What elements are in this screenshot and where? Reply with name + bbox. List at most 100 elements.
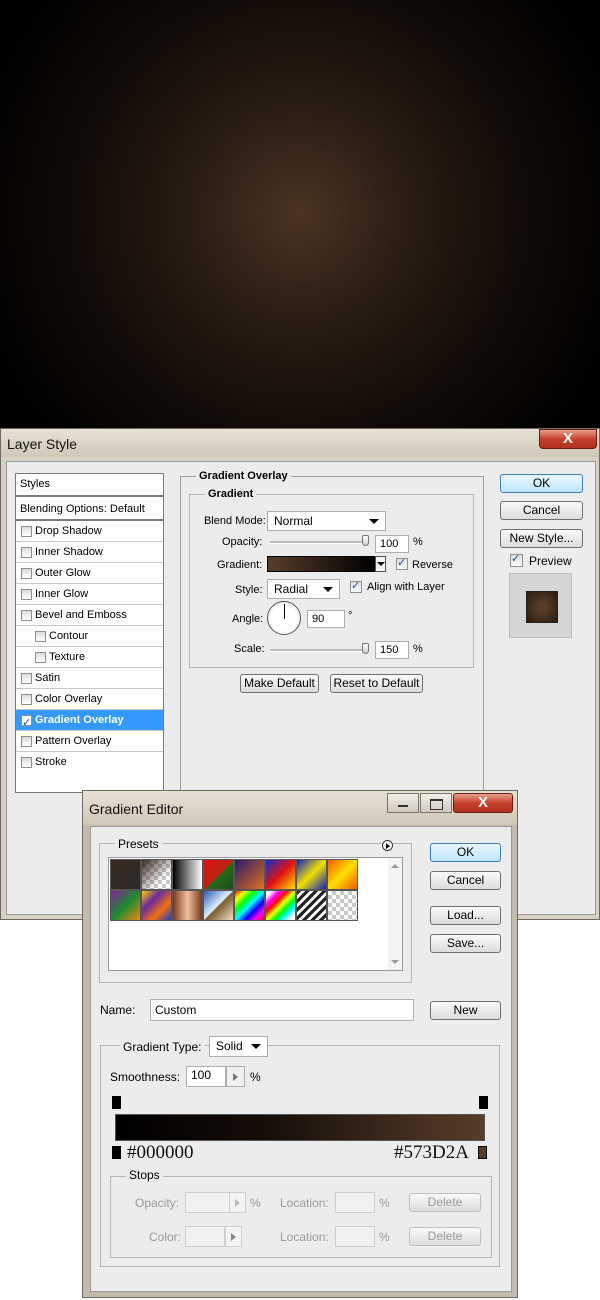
opacity-stop-right[interactable] xyxy=(479,1096,488,1109)
sidebar-item-satin[interactable]: Satin xyxy=(16,668,163,689)
sidebar-item-blending-options[interactable]: Blending Options: Default xyxy=(16,499,163,521)
sidebar-item-label: Drop Shadow xyxy=(35,525,102,537)
drop-shadow-checkbox[interactable] xyxy=(21,526,32,537)
style-label: Style: xyxy=(235,584,263,596)
preset-swatch-chrome[interactable] xyxy=(203,890,234,921)
color-overlay-checkbox[interactable] xyxy=(21,694,32,705)
satin-checkbox[interactable] xyxy=(21,673,32,684)
sidebar-item-label: Contour xyxy=(49,630,89,642)
reset-to-default-button[interactable]: Reset to Default xyxy=(330,674,423,693)
sidebar-item-inner-shadow[interactable]: Inner Shadow xyxy=(16,542,163,563)
color-stop-left[interactable] xyxy=(112,1146,121,1159)
preset-swatch-neutral-density[interactable] xyxy=(327,890,358,921)
preset-swatch-orange-yellow-orange[interactable] xyxy=(327,859,358,890)
delete-opacity-stop-button[interactable]: Delete xyxy=(409,1193,481,1212)
preset-swatch-red-green[interactable] xyxy=(203,859,234,890)
maximize-button[interactable] xyxy=(420,793,452,813)
delete-color-stop-button[interactable]: Delete xyxy=(409,1227,481,1246)
angle-dial[interactable] xyxy=(267,601,301,635)
sidebar-item-stroke[interactable]: Stroke xyxy=(16,752,163,773)
preset-swatch-violet-orange[interactable] xyxy=(234,859,265,890)
bevel-emboss-checkbox[interactable] xyxy=(21,610,32,621)
stop-opacity-input[interactable] xyxy=(185,1192,230,1213)
scale-slider-handle[interactable] xyxy=(362,643,369,654)
sidebar-item-gradient-overlay[interactable]: Gradient Overlay xyxy=(16,710,163,733)
scale-slider-track[interactable] xyxy=(270,649,369,652)
stop-opacity-stepper[interactable] xyxy=(229,1192,246,1213)
preset-swatch-foreground-transparent[interactable] xyxy=(141,859,172,890)
load-button[interactable]: Load... xyxy=(430,906,501,925)
sidebar-item-bevel-emboss[interactable]: Bevel and Emboss xyxy=(16,605,163,626)
preview-checkbox[interactable] xyxy=(510,552,523,567)
opacity-slider-track[interactable] xyxy=(270,541,369,544)
color-stop-right[interactable] xyxy=(478,1146,487,1159)
new-style-button[interactable]: New Style... xyxy=(500,529,583,548)
stop-opacity-location-input[interactable] xyxy=(335,1192,375,1213)
layer-style-close-button[interactable]: X xyxy=(539,429,597,449)
outer-glow-checkbox[interactable] xyxy=(21,568,32,579)
sidebar-item-inner-glow[interactable]: Inner Glow xyxy=(16,584,163,605)
sidebar-item-drop-shadow[interactable]: Drop Shadow xyxy=(16,521,163,542)
gradient-editor-close-button[interactable]: X xyxy=(453,793,513,813)
preset-swatch-transparent-stripes[interactable] xyxy=(296,890,327,921)
preset-swatch-black-white[interactable] xyxy=(172,859,203,890)
angle-input[interactable]: 90 xyxy=(307,610,345,628)
preset-swatch-spectrum[interactable] xyxy=(234,890,265,921)
gradient-dropdown-button[interactable] xyxy=(375,556,386,572)
inner-glow-checkbox[interactable] xyxy=(21,589,32,600)
contour-checkbox[interactable] xyxy=(35,631,46,642)
style-preview-swatch xyxy=(526,591,558,623)
align-with-layer-checkbox[interactable] xyxy=(350,579,362,593)
presets-scrollbar[interactable] xyxy=(388,858,402,970)
gradient-preview-swatch[interactable] xyxy=(267,556,375,572)
sidebar-item-outer-glow[interactable]: Outer Glow xyxy=(16,563,163,584)
smoothness-stepper[interactable] xyxy=(226,1066,245,1087)
inner-shadow-checkbox[interactable] xyxy=(21,547,32,558)
opacity-unit: % xyxy=(413,536,423,548)
style-preview-thumbnail xyxy=(509,573,572,638)
texture-checkbox[interactable] xyxy=(35,652,46,663)
opacity-slider-handle[interactable] xyxy=(362,535,369,546)
gradient-bar[interactable] xyxy=(115,1114,485,1141)
sidebar-item-pattern-overlay[interactable]: Pattern Overlay xyxy=(16,731,163,752)
gradient-overlay-checkbox[interactable] xyxy=(21,713,32,733)
opacity-stop-left[interactable] xyxy=(112,1096,121,1109)
preset-swatch-blue-yellow-blue[interactable] xyxy=(296,859,327,890)
make-default-button[interactable]: Make Default xyxy=(240,674,319,693)
pattern-overlay-checkbox[interactable] xyxy=(21,736,32,747)
preset-swatch-yellow-violet-orange-blue[interactable] xyxy=(141,890,172,921)
sidebar-item-texture[interactable]: Texture xyxy=(16,647,163,668)
sidebar-item-contour[interactable]: Contour xyxy=(16,626,163,647)
sidebar-item-label: Gradient Overlay xyxy=(35,714,124,726)
save-button[interactable]: Save... xyxy=(430,934,501,953)
preset-swatch-violet-green-orange[interactable] xyxy=(110,890,141,921)
preset-swatch-foreground-background[interactable] xyxy=(110,859,141,890)
stroke-checkbox[interactable] xyxy=(21,757,32,768)
preset-swatch-copper[interactable] xyxy=(172,890,203,921)
layer-style-titlebar[interactable]: Layer Style xyxy=(1,429,599,457)
blend-mode-select[interactable]: Normal xyxy=(267,511,386,531)
scale-input[interactable]: 150 xyxy=(375,641,409,659)
stop-color-location-input[interactable] xyxy=(335,1226,375,1247)
name-input[interactable]: Custom xyxy=(150,999,414,1021)
presets-menu-button[interactable] xyxy=(382,840,393,851)
presets-label: Presets xyxy=(115,837,162,851)
smoothness-unit: % xyxy=(250,1070,261,1084)
gradient-editor-ok-button[interactable]: OK xyxy=(430,843,501,862)
stop-color-menu[interactable] xyxy=(225,1226,242,1247)
new-gradient-button[interactable]: New xyxy=(430,1001,501,1020)
preset-swatch-transparent-rainbow[interactable] xyxy=(265,890,296,921)
opacity-input[interactable]: 100 xyxy=(375,535,409,553)
layer-style-cancel-button[interactable]: Cancel xyxy=(500,501,583,520)
preset-swatch-blue-red-yellow[interactable] xyxy=(265,859,296,890)
reverse-checkbox[interactable] xyxy=(396,556,408,570)
gradient-editor-cancel-button[interactable]: Cancel xyxy=(430,871,501,890)
smoothness-input[interactable]: 100 xyxy=(186,1066,226,1087)
gradient-type-select[interactable]: Solid xyxy=(209,1036,268,1057)
sidebar-header-styles[interactable]: Styles xyxy=(16,474,163,497)
stop-color-swatch[interactable] xyxy=(185,1226,225,1247)
minimize-button[interactable] xyxy=(387,793,419,813)
sidebar-item-color-overlay[interactable]: Color Overlay xyxy=(16,689,163,710)
layer-style-ok-button[interactable]: OK xyxy=(500,474,583,493)
style-select[interactable]: Radial xyxy=(267,579,340,599)
